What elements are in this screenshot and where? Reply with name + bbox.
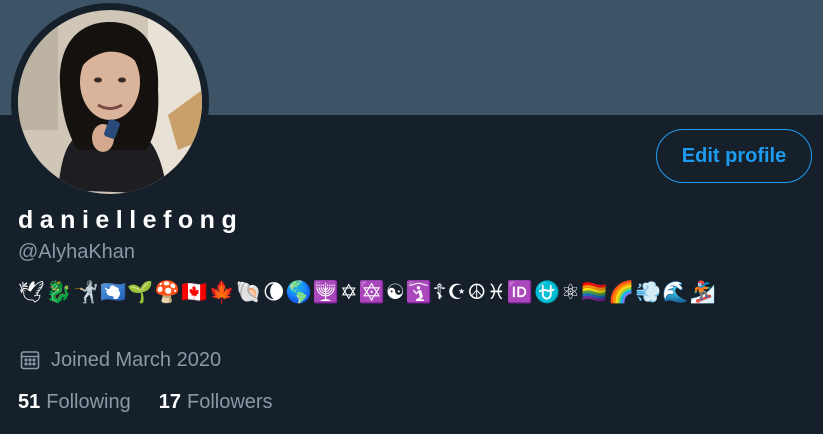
calendar-icon [18,348,42,372]
following-label: Following [46,391,131,413]
user-handle: @AlyhaKhan [18,241,136,263]
avatar-image [18,10,202,194]
joined-label: Joined March 2020 [51,348,222,371]
followers-count: 17 [158,391,181,413]
followers-link[interactable]: 17 Followers [159,391,273,414]
profile-bio: 🕊🐉🤺🇦🇶🌱🍄🇨🇦🍁🐚🌘🌎🕎✡🔯☯🛐☦☪☮♓🆔⛎⚛🏳️‍🌈🌈💨🌊🏂 [18,280,717,304]
follow-stats: 51 Following 17 Followers [18,391,273,414]
avatar-photo [18,10,202,194]
followers-label: Followers [186,391,273,413]
following-count: 51 [18,391,41,413]
profile-page: Edit profile daniellefong @AlyhaKhan 🕊🐉🤺… [0,0,823,434]
edit-profile-button[interactable]: Edit profile [656,129,812,183]
joined-date: Joined March 2020 [18,348,221,372]
display-name: daniellefong [18,206,244,234]
following-link[interactable]: 51 Following [18,391,131,414]
avatar[interactable] [11,3,209,201]
